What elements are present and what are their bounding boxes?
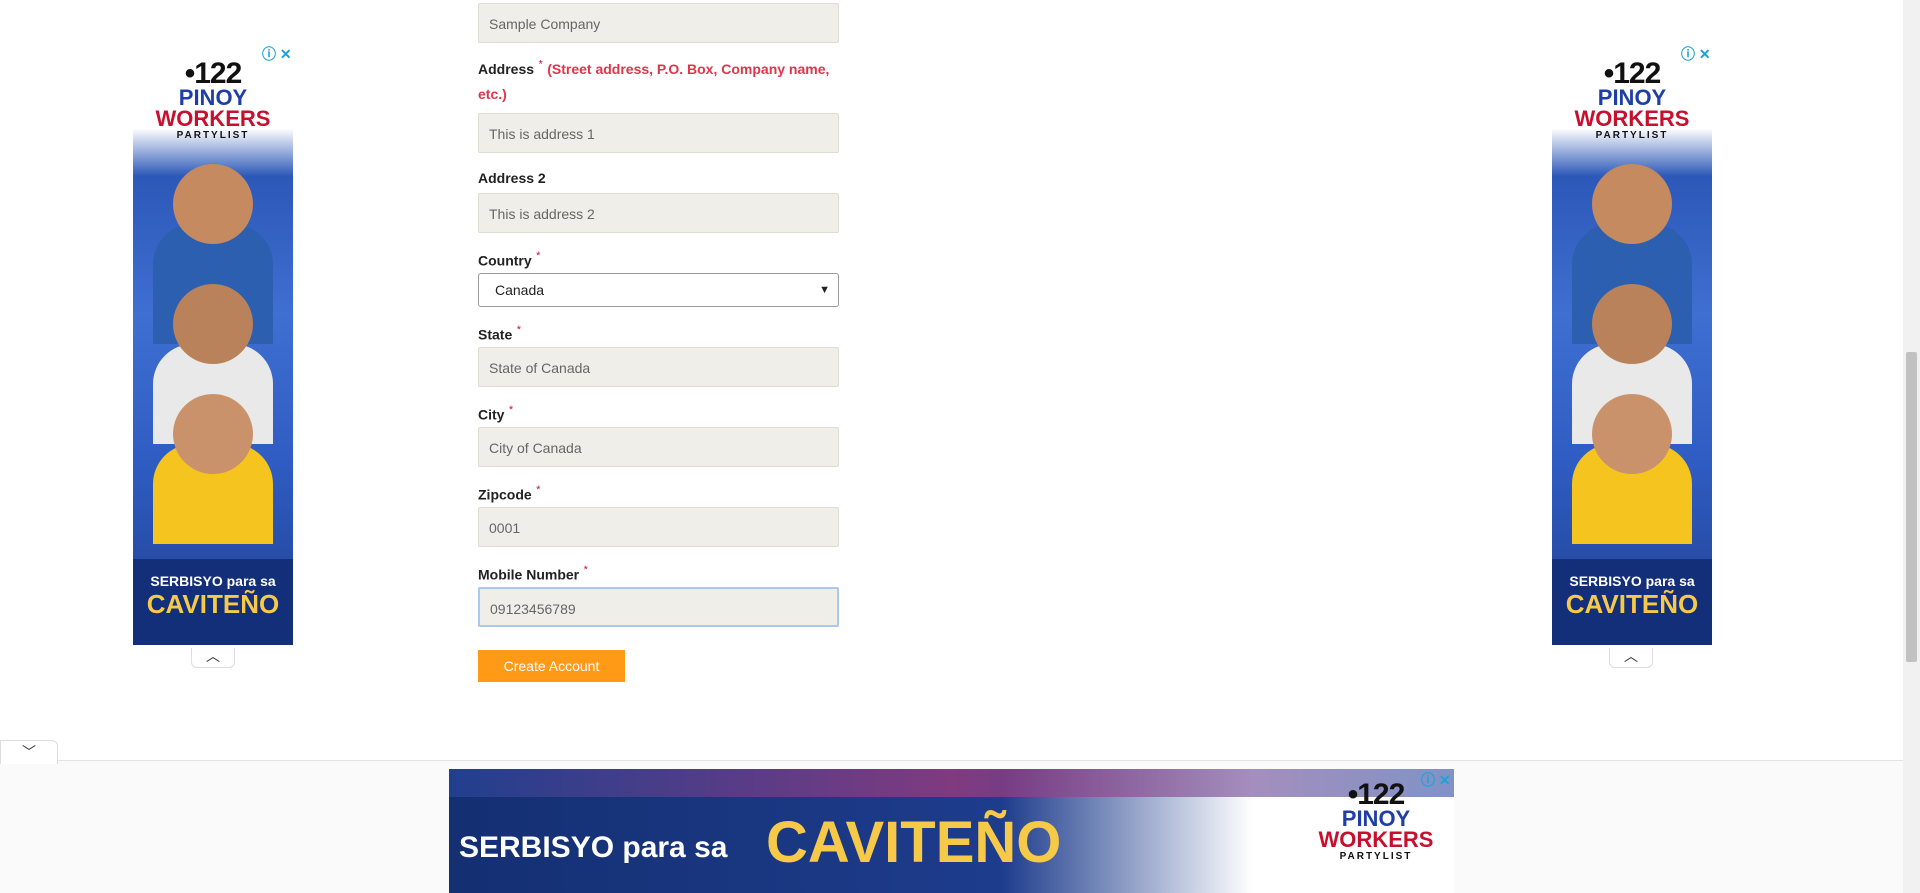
city-input[interactable]: City of Canada	[478, 427, 839, 467]
ad-footer: SERBISYO para sa CAVITEÑO	[133, 559, 293, 645]
state-input[interactable]: State of Canada	[478, 347, 839, 387]
ad-person-face	[1592, 164, 1672, 244]
zipcode-label: Zipcode	[478, 486, 532, 503]
country-label: Country	[478, 252, 532, 269]
required-marker: *	[538, 58, 543, 71]
city-label: City	[478, 406, 505, 423]
ad-slogan-line2: CAVITEÑO	[1565, 589, 1699, 619]
ad-person-face	[173, 164, 253, 244]
ad-workers: WORKERS	[155, 106, 271, 131]
address2-label-row: Address 2	[478, 170, 546, 188]
required-marker: *	[536, 484, 541, 496]
zipcode-input[interactable]: 0001	[478, 507, 839, 547]
mobile-label-row: Mobile Number *	[478, 564, 588, 584]
country-label-row: Country *	[478, 250, 540, 270]
address2-label: Address 2	[478, 170, 546, 186]
required-marker: *	[516, 324, 521, 336]
required-marker: *	[536, 250, 541, 262]
left-side-ad[interactable]: •122 PINOY WORKERS PARTYLIST SERBISYO pa…	[133, 44, 293, 645]
ad-slogan-line1: SERBISYO para sa	[1569, 573, 1695, 589]
ad-slogan-line2: CAVITEÑO	[146, 589, 280, 619]
create-account-button[interactable]: Create Account	[478, 650, 625, 682]
ad-people-image	[1552, 154, 1712, 544]
ad-partylist: PARTYLIST	[1595, 130, 1669, 141]
banner-slogan-line1: SERBISYO para sa	[459, 831, 728, 864]
ad-collapse-icon[interactable]: ︿	[191, 648, 235, 668]
ad-pinoy: PINOY	[1597, 85, 1667, 110]
ad-number: •122	[184, 57, 243, 90]
address-label-row: Address * (Street address, P.O. Box, Com…	[478, 57, 840, 107]
ad-slogan-line1: SERBISYO para sa	[150, 573, 276, 589]
banner-stripe	[449, 769, 1454, 797]
required-marker: *	[508, 404, 514, 416]
zipcode-label-row: Zipcode *	[478, 484, 540, 504]
ad-person-face	[1592, 284, 1672, 364]
state-label-row: State *	[478, 324, 521, 344]
address-input[interactable]: This is address 1	[478, 113, 839, 153]
ad-people-image	[133, 154, 293, 544]
ad-partylist: PARTYLIST	[176, 130, 250, 141]
page: •122 PINOY WORKERS PARTYLIST SERBISYO pa…	[0, 0, 1920, 893]
scrollbar-thumb[interactable]	[1906, 352, 1917, 662]
ad-workers: WORKERS	[1574, 106, 1690, 131]
mobile-label: Mobile Number	[478, 566, 580, 583]
country-select[interactable]: Canada ▼	[478, 273, 839, 307]
city-label-row: City *	[478, 404, 513, 424]
ad-footer: SERBISYO para sa CAVITEÑO	[1552, 559, 1712, 645]
chevron-down-icon: ▼	[819, 284, 830, 296]
ad-person-face	[1592, 394, 1672, 474]
banner-logo: •122 PINOY WORKERS PARTYLIST	[1306, 780, 1446, 863]
ad-pinoy: PINOY	[178, 85, 248, 110]
ad-close-icon[interactable]: ⓘ ✕	[262, 44, 292, 64]
ad-logo: •122 PINOY WORKERS PARTYLIST	[1552, 57, 1712, 142]
ad-logo: •122 PINOY WORKERS PARTYLIST	[133, 57, 293, 142]
ad-close-icon[interactable]: ⓘ ✕	[1681, 44, 1711, 64]
company-input[interactable]: Sample Company	[478, 3, 839, 43]
address2-input[interactable]: This is address 2	[478, 193, 839, 233]
address-label: Address	[478, 61, 535, 77]
ad-close-icon[interactable]: ⓘ ✕	[1421, 770, 1451, 790]
expand-icon[interactable]: ﹀	[0, 740, 58, 764]
state-label: State	[478, 326, 513, 343]
ad-collapse-icon[interactable]: ︿	[1609, 648, 1653, 668]
banner-slogan-line2: CAVITEÑO	[766, 810, 1062, 875]
ad-person-face	[173, 394, 253, 474]
ad-pinoy: PINOY	[1341, 806, 1411, 831]
country-selected-value: Canada	[495, 282, 545, 298]
ad-workers: WORKERS	[1318, 827, 1434, 852]
ad-partylist: PARTYLIST	[1339, 851, 1413, 862]
vertical-scrollbar[interactable]	[1903, 0, 1920, 893]
required-marker: *	[583, 564, 588, 576]
mobile-input[interactable]: 09123456789	[478, 587, 839, 627]
ad-number: •122	[1603, 57, 1662, 90]
ad-person-face	[173, 284, 253, 364]
bottom-banner-ad[interactable]: SERBISYO para sa CAVITEÑO •122 PINOY WOR…	[449, 769, 1454, 893]
right-side-ad[interactable]: •122 PINOY WORKERS PARTYLIST SERBISYO pa…	[1552, 44, 1712, 645]
